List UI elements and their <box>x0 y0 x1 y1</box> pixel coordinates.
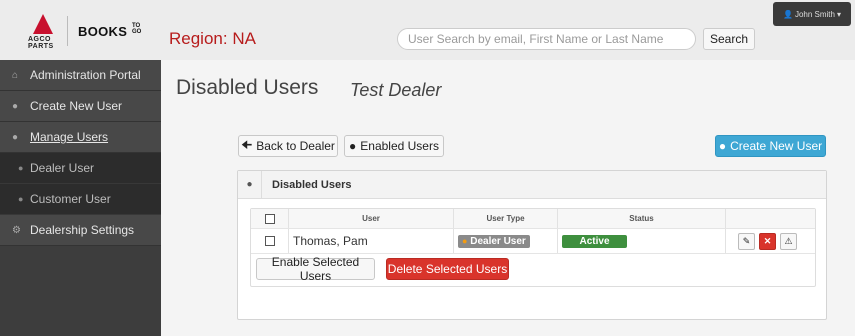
disabled-users-panel: ● Disabled Users User User Type Status T… <box>237 170 827 320</box>
caret-down-icon: ▾ <box>836 9 841 19</box>
delete-icon[interactable]: ✕ <box>759 232 776 250</box>
dealer-name: Test Dealer <box>350 80 442 100</box>
sidebar-item-administration-portal[interactable]: ⌂ Administration Portal <box>0 60 161 91</box>
column-header-user-type[interactable]: User Type <box>454 209 558 228</box>
page-title: Disabled Users <box>176 76 319 99</box>
sidebar-item-manage-users[interactable]: ● Manage Users <box>0 122 161 153</box>
sidebar-item-label: Create New User <box>30 99 123 113</box>
panel-title: Disabled Users <box>272 178 352 191</box>
column-header-user[interactable]: User <box>289 209 454 228</box>
logo-divider <box>67 16 68 46</box>
sidebar-nav: ⌂ Administration Portal ● Create New Use… <box>0 60 161 336</box>
user-icon: 👤 <box>782 9 793 19</box>
sidebar-item-label: Dealer User <box>30 161 95 175</box>
row-select-checkbox[interactable] <box>264 236 275 246</box>
edit-icon[interactable]: ✎ <box>738 232 755 250</box>
sidebar-item-label: Administration Portal <box>30 68 141 82</box>
back-to-dealer-button[interactable]: 🠈 Back to Dealer <box>238 135 338 157</box>
delete-selected-users-button[interactable]: Delete Selected Users <box>386 258 509 280</box>
back-to-dealer-label: Back to Dealer <box>256 139 335 153</box>
panel-header: ● Disabled Users <box>238 170 826 199</box>
sidebar-subitem-dealer-user[interactable]: ● Dealer User <box>0 153 161 184</box>
enabled-users-button[interactable]: ● Enabled Users <box>344 135 444 157</box>
logo-togo-text: TO GO <box>132 23 142 35</box>
top-header: AGCOPARTS BOOKS TOGO Region: NA Search 👤… <box>0 0 855 60</box>
search-button[interactable]: Search <box>703 28 755 50</box>
status-badge: Active <box>562 234 627 248</box>
user-search-input[interactable] <box>397 28 696 50</box>
user-name-cell: Thomas, Pam <box>289 229 454 253</box>
user-type-cell: ● Dealer User <box>454 229 558 253</box>
user-menu-dropdown[interactable]: 👤 John Smith ▾ <box>773 2 851 26</box>
user-icon: ● <box>718 139 727 153</box>
warning-icon[interactable]: ⚠ <box>780 232 797 250</box>
agco-parts-logo: AGCO PARTS <box>26 14 60 50</box>
region-label: Region: NA <box>169 29 256 48</box>
create-new-user-label: Create New User <box>730 139 823 153</box>
enabled-users-label: Enabled Users <box>360 139 439 153</box>
user-menu-label: John Smith <box>794 9 835 19</box>
sidebar-item-create-new-user[interactable]: ● Create New User <box>0 91 161 122</box>
sidebar-subitem-customer-user[interactable]: ● Customer User <box>0 184 161 215</box>
users-table: User User Type Status Thomas, Pam ● Deal… <box>250 208 816 287</box>
select-all-checkbox[interactable] <box>264 213 275 224</box>
users-icon: ● <box>349 139 357 153</box>
user-type-badge: ● Dealer User <box>458 234 530 248</box>
user-icon: ● <box>238 170 262 199</box>
books-to-go-logo: BOOKS <box>78 24 128 39</box>
sidebar-item-label: Customer User <box>30 192 111 206</box>
sidebar-item-dealership-settings[interactable]: ⚙ Dealership Settings <box>0 215 161 246</box>
user-icon: ● <box>12 131 19 143</box>
arrow-left-icon: 🠈 <box>241 137 253 152</box>
user-icon: ● <box>18 163 24 173</box>
user-icon: ● <box>18 194 24 204</box>
user-type-label: Dealer User <box>470 235 526 247</box>
column-header-actions <box>726 209 815 228</box>
user-icon: ● <box>462 235 468 246</box>
gear-icon: ⚙ <box>12 224 21 236</box>
home-icon: ⌂ <box>12 69 19 81</box>
table-footer: Enable Selected Users Delete Selected Us… <box>251 254 815 286</box>
user-icon: ● <box>12 100 19 112</box>
row-actions: ✎ ✕ ⚠ <box>726 229 815 253</box>
sidebar-item-label: Manage Users <box>30 130 109 144</box>
status-cell: Active <box>558 229 726 253</box>
create-new-user-button[interactable]: ● Create New User <box>715 135 826 157</box>
column-header-status[interactable]: Status <box>558 209 726 228</box>
table-row: Thomas, Pam ● Dealer User Active ✎ ✕ ⚠ <box>251 229 815 254</box>
enable-selected-users-button[interactable]: Enable Selected Users <box>256 255 375 283</box>
sidebar-item-label: Dealership Settings <box>30 223 135 237</box>
table-header-row: User User Type Status <box>251 209 815 229</box>
